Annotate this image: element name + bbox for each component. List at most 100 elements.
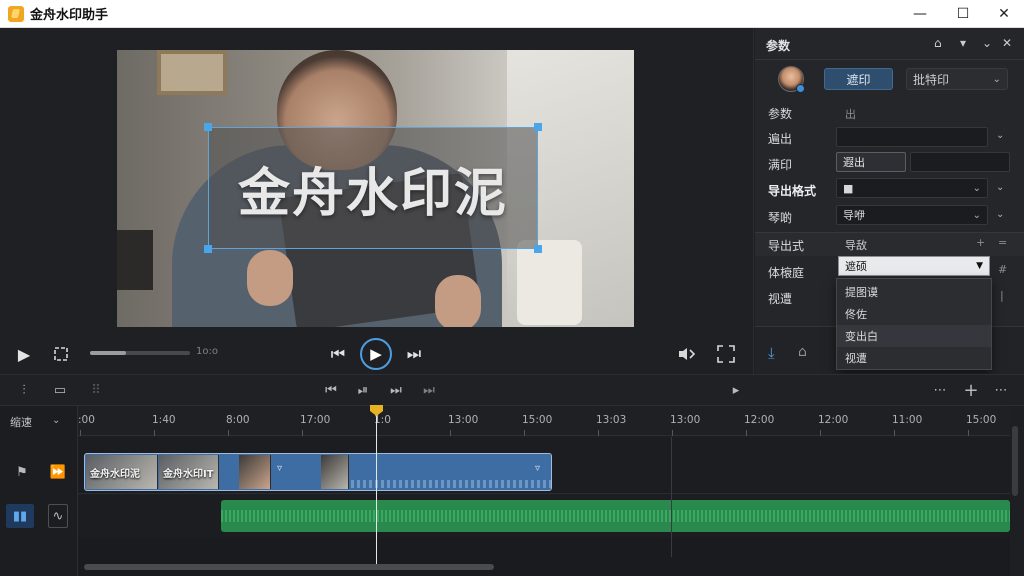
snap-icon[interactable]: ⋯ — [930, 381, 950, 399]
empty-track — [78, 538, 1010, 576]
close-panel-icon[interactable]: ✕ — [1002, 36, 1012, 50]
current-time: 1o:o — [196, 346, 218, 357]
end-icon[interactable]: ⏭ — [420, 381, 438, 399]
horizontal-scrollbar[interactable] — [84, 564, 494, 570]
add-track-icon[interactable]: + — [960, 379, 982, 401]
fullscreen-icon[interactable] — [714, 342, 738, 366]
watermark-box[interactable]: 金舟水印泥 — [208, 127, 538, 249]
row7-mark: | — [1000, 289, 1004, 302]
mode-dropdown-list: 提图谟 佟佐 变出白 视遭 — [836, 278, 992, 370]
watermark-text: 金舟水印泥 — [237, 163, 508, 224]
tab-batch-watermark[interactable]: 批特印 ⌄ — [906, 68, 1008, 90]
marker-line — [671, 437, 672, 557]
ruler-tick — [894, 430, 895, 436]
row3-label: 满印 — [768, 158, 793, 172]
resize-handle-bl[interactable] — [204, 245, 212, 253]
export-icon[interactable]: ⤓ — [768, 344, 775, 362]
ruler-tick — [302, 430, 303, 436]
dropdown-option[interactable]: 变出白 — [837, 325, 991, 347]
chevron-down-icon: ⌄ — [972, 182, 981, 194]
export-format-select[interactable]: ■ ⌄ — [836, 178, 988, 198]
play-small-button[interactable]: ▶ — [14, 344, 34, 364]
row6-mark: # — [998, 263, 1008, 276]
ruler-tick-label: 15:00 — [522, 414, 553, 426]
track-expand-icon[interactable]: ⏩ — [48, 462, 68, 482]
row3-field[interactable] — [910, 152, 1010, 172]
ruler-tick — [672, 430, 673, 436]
timeline-toolbar — [0, 374, 1024, 406]
play-timeline-icon[interactable]: ⏯ — [354, 381, 372, 399]
clip-thumbnail: 金舟水印IT — [159, 455, 219, 489]
skip-back-icon[interactable]: ⏮ — [328, 344, 348, 364]
dropdown-option[interactable]: 提图谟 — [837, 281, 991, 303]
volume-icon[interactable] — [676, 343, 698, 365]
split-icon[interactable]: ⫶ — [14, 381, 34, 399]
tab-batch-label: 批特印 — [913, 72, 950, 87]
row5-label: 琴啲 — [768, 211, 793, 225]
more-icon[interactable]: ⋯ — [990, 381, 1012, 399]
ruler-tick — [80, 430, 81, 436]
app-logo-icon — [8, 5, 24, 22]
mode-select-open[interactable]: 遮硕 ▼ — [838, 256, 990, 276]
audio-clip[interactable] — [221, 500, 1010, 532]
chevron-down-icon[interactable]: ⌄ — [982, 36, 992, 50]
vertical-scrollbar[interactable] — [1012, 426, 1018, 496]
row5-select[interactable]: 导咿 ⌄ — [836, 205, 988, 225]
playhead[interactable] — [376, 410, 377, 570]
title-bar: 金舟水印助手 — ☐ ✕ — [0, 0, 1024, 28]
resize-handle-tl[interactable] — [204, 123, 212, 131]
audio-track-icon[interactable]: ▮▮ — [6, 504, 34, 528]
loop-icon[interactable] — [50, 343, 72, 365]
chevron-down-icon: ⌄ — [972, 209, 981, 221]
ruler-tick-label: 1:40 — [152, 414, 176, 426]
audio-waveform — [221, 510, 1010, 522]
clip-end-icon: ▿ — [535, 463, 541, 474]
ruler-tick-label: 8:00 — [226, 414, 250, 426]
dropdown-option[interactable]: 佟佐 — [837, 303, 991, 325]
prev-frame-icon[interactable]: ⏮ — [322, 381, 340, 399]
comment-icon[interactable]: ▭ — [50, 381, 70, 399]
ruler-tick — [450, 430, 451, 436]
ruler-tick-label: 13:03 — [596, 414, 627, 426]
ruler-tick-label: 13:00 — [670, 414, 701, 426]
expand-icon[interactable]: ▸ — [728, 381, 744, 399]
ruler-tick-label: 12:00 — [744, 414, 775, 426]
ruler-tick-label: 11:00 — [892, 414, 923, 426]
ruler-tick-label: 13:00 — [448, 414, 479, 426]
waveform-icon[interactable]: ∿ — [48, 504, 68, 528]
menu-icon[interactable]: = — [998, 236, 1007, 249]
dropdown-option[interactable]: 视遭 — [837, 347, 991, 369]
chevron-down-icon[interactable]: ⌄ — [52, 415, 60, 426]
tab-watermark[interactable]: 遮印 — [824, 68, 893, 90]
ruler-tick — [820, 430, 821, 436]
row2-input[interactable] — [836, 127, 988, 147]
grid-icon[interactable]: ⠿ — [86, 381, 106, 399]
timeline-track-headers — [0, 406, 78, 576]
export-section-label: 导出式 — [768, 239, 805, 253]
resize-handle-tr[interactable] — [534, 123, 542, 131]
row1-value: 出 — [845, 108, 856, 121]
resize-handle-br[interactable] — [534, 245, 542, 253]
chevron-down-icon[interactable]: ⌄ — [996, 209, 1004, 220]
close-button[interactable]: ✕ — [984, 0, 1024, 28]
video-track-icon[interactable]: ⚑ — [12, 462, 32, 482]
chevron-down-icon[interactable]: ⌄ — [996, 130, 1004, 141]
row4-label: 导出格式 — [768, 184, 817, 198]
ruler-tick-label: :00 — [78, 414, 95, 426]
add-icon[interactable]: + — [976, 236, 985, 249]
play-button[interactable]: ▶ — [360, 338, 392, 370]
maximize-button[interactable]: ☐ — [943, 0, 983, 28]
clear-icon[interactable]: ⌂ — [798, 344, 807, 360]
home-icon[interactable]: ⌂ — [934, 36, 942, 50]
ruler-tick-label: 17:00 — [300, 414, 331, 426]
skip-forward-icon[interactable]: ⏭ — [404, 344, 424, 364]
ruler-tick — [968, 430, 969, 436]
pin-icon[interactable]: ▾ — [960, 36, 966, 50]
row3-button[interactable]: 遐出 — [836, 152, 906, 172]
chevron-down-icon[interactable]: ⌄ — [996, 182, 1004, 193]
video-clip[interactable]: 金舟水印泥 金舟水印IT ▿ ▿ — [84, 453, 552, 491]
next-frame-icon[interactable]: ⏭ — [387, 381, 405, 399]
chevron-down-icon: ⌄ — [992, 73, 1001, 85]
scene-lamp — [117, 230, 153, 290]
minimize-button[interactable]: — — [900, 0, 940, 28]
